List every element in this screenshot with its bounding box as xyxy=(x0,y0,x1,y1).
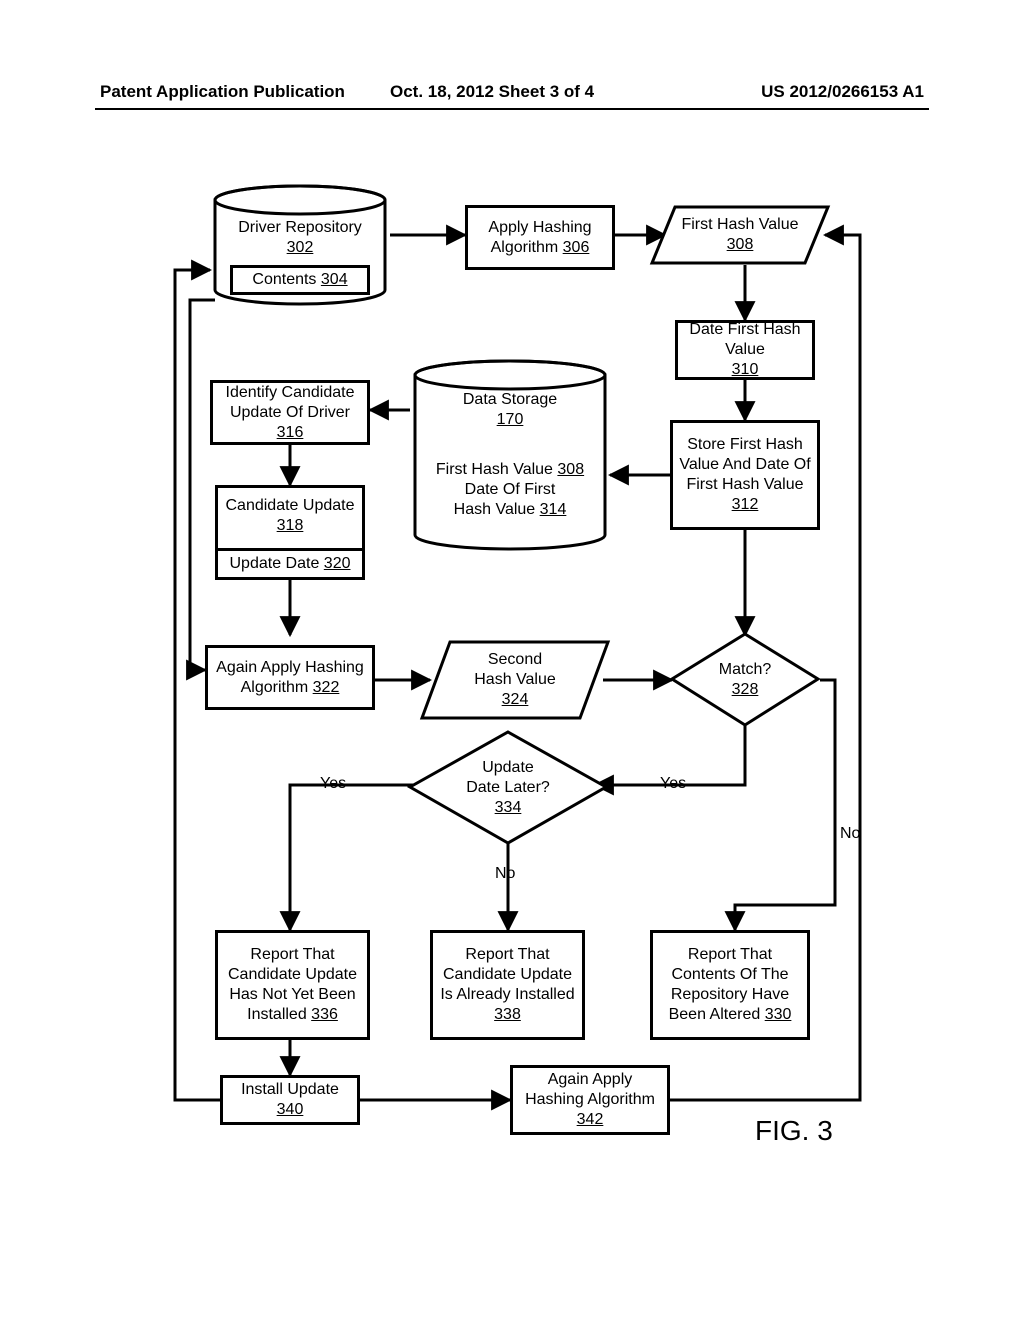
store-first-hash-312: Store First Hash Value And Date Of First… xyxy=(670,420,820,530)
t: Again Apply Hashing Algorithm xyxy=(519,1070,661,1110)
report-notyet-336: Report That Candidate Update Has Not Yet… xyxy=(215,930,370,1040)
figure-label: FIG. 3 xyxy=(755,1115,833,1147)
t: Contents xyxy=(252,271,316,288)
text: Apply Hashing Algorithm 306 xyxy=(474,218,606,258)
r: 338 xyxy=(494,1005,521,1025)
t: Date First Hash Value xyxy=(684,320,806,360)
date-first-hash-310: Date First Hash Value 310 xyxy=(675,320,815,380)
r: 316 xyxy=(277,424,304,441)
report-altered-330: Report That Contents Of The Repository H… xyxy=(650,930,810,1040)
r: 336 xyxy=(311,1006,338,1023)
flowchart: Driver Repository 302 Contents 304 Apply… xyxy=(175,185,865,1165)
tt: Again Apply Hashing Algorithm xyxy=(216,659,364,696)
page: Patent Application Publication Oct. 18, … xyxy=(0,0,1024,1320)
again-apply-322: Again Apply Hashing Algorithm 322 xyxy=(205,645,375,710)
t: Identify Candidate Update Of Driver 316 xyxy=(219,383,361,443)
report-already-338: Report That Candidate Update Is Already … xyxy=(430,930,585,1040)
t: Report That Candidate Update Is Already … xyxy=(439,945,576,1005)
header-right: US 2012/0266153 A1 xyxy=(761,82,924,102)
tt: Install Update xyxy=(241,1081,339,1098)
t: Store First Hash Value And Date Of First… xyxy=(679,435,811,495)
t: Candidate Update xyxy=(226,496,355,516)
r: 330 xyxy=(765,1006,792,1023)
r: 310 xyxy=(732,360,759,380)
edge-label-yes-right: Yes xyxy=(660,775,686,793)
apply-hashing-306: Apply Hashing Algorithm 306 xyxy=(465,205,615,270)
header-rule xyxy=(95,108,929,110)
r: 342 xyxy=(577,1110,604,1130)
first-hash-parallelogram xyxy=(650,205,830,265)
data-storage-cylinder xyxy=(410,360,610,550)
r: 304 xyxy=(321,271,348,288)
second-hash-parallelogram xyxy=(420,640,610,720)
t: Report That Candidate Update Has Not Yet… xyxy=(224,945,361,1025)
identify-candidate-316: Identify Candidate Update Of Driver 316 xyxy=(210,380,370,445)
tt: Identify Candidate Update Of Driver xyxy=(226,384,355,421)
r: 306 xyxy=(563,239,590,256)
r: 340 xyxy=(277,1101,304,1118)
text: Contents 304 xyxy=(252,270,347,290)
r: 312 xyxy=(732,495,759,515)
r: 320 xyxy=(324,555,351,572)
t: Install Update 340 xyxy=(229,1080,351,1120)
header-mid: Oct. 18, 2012 Sheet 3 of 4 xyxy=(390,82,594,102)
header-left: Patent Application Publication xyxy=(100,82,345,102)
match-diamond xyxy=(670,632,820,727)
edge-label-yes-left: Yes xyxy=(320,775,346,793)
edge-label-no-bottom: No xyxy=(495,865,515,883)
t: Again Apply Hashing Algorithm 322 xyxy=(214,658,366,698)
r: 322 xyxy=(313,679,340,696)
t: Update Date 320 xyxy=(230,554,351,574)
t: Report That Contents Of The Repository H… xyxy=(659,945,801,1025)
tt: Update Date xyxy=(230,555,320,572)
update-date-320: Update Date 320 xyxy=(215,548,365,580)
update-later-diamond xyxy=(408,730,608,845)
r: 318 xyxy=(277,516,304,536)
edge-label-no-right: No xyxy=(840,825,860,843)
contents-box: Contents 304 xyxy=(230,265,370,295)
again-apply-342: Again Apply Hashing Algorithm 342 xyxy=(510,1065,670,1135)
install-update-340: Install Update 340 xyxy=(220,1075,360,1125)
